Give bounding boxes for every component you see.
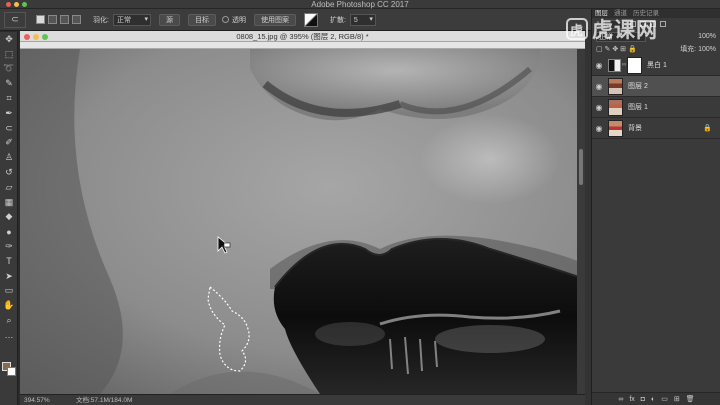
layer-row-background[interactable]: ◉ 背景 🔒 <box>592 118 720 139</box>
tool-list: ✥ ⬚ ➰ ✎ ⌗ ✒ ⊂ ✐ ♙ ↺ ▱ ▦ ◆ ● ✑ T ➤ ▭ ✋ ⌕… <box>0 32 17 343</box>
background-color[interactable] <box>7 367 16 376</box>
photo-lips-closeup <box>20 49 585 394</box>
blur-tool-icon[interactable]: ◆ <box>0 210 18 225</box>
fill-label-value: 填充: 100% <box>680 44 716 54</box>
layer-row-layer2[interactable]: ◉ 图层 2 <box>592 76 720 97</box>
brush-tool-icon[interactable]: ✐ <box>0 136 18 151</box>
transparent-label: 透明 <box>231 16 246 24</box>
watermark-text: 虎课网 <box>592 19 658 42</box>
layer-row-bw[interactable]: ◉ ∞ 黑白 1 <box>592 55 720 76</box>
path-select-tool-icon[interactable]: ➤ <box>0 269 18 284</box>
status-bar: 394.57% 文档:57.1M/184.0M <box>20 394 585 405</box>
layer-mask-thumbnail[interactable] <box>627 56 642 74</box>
trash-icon[interactable]: 🗑 <box>686 395 695 403</box>
layer-name[interactable]: 背景 <box>628 123 642 133</box>
horizontal-ruler[interactable] <box>20 42 585 49</box>
crop-tool-icon[interactable]: ⌗ <box>0 91 18 106</box>
layer-name[interactable]: 图层 1 <box>628 102 648 112</box>
spread-label: 扩散: <box>329 16 346 24</box>
visibility-eye-icon[interactable]: ◉ <box>592 61 606 70</box>
watermark-logo: 虎 虎课网 <box>566 14 716 44</box>
dodge-tool-icon[interactable]: ● <box>0 224 18 239</box>
folder-icon[interactable]: ▭ <box>661 395 668 403</box>
scrollbar-thumb[interactable] <box>579 149 583 185</box>
layers-panel: 图层 通道 历史记录 ⌕ 正常 100% ▢ ✎ ✥ ⊞ 🔒 填充: 100% … <box>591 9 720 405</box>
adjustment-thumbnail <box>608 58 621 72</box>
adjustment-icon[interactable]: ◐ <box>651 396 655 403</box>
use-pattern-button[interactable]: 使用图案 <box>253 13 296 26</box>
history-brush-icon[interactable]: ↺ <box>0 165 18 180</box>
subtract-selection-icon[interactable] <box>60 15 69 24</box>
new-selection-icon[interactable] <box>36 15 45 24</box>
eraser-tool-icon[interactable]: ▱ <box>0 180 18 195</box>
document-size-info[interactable]: 文档:57.1M/184.0M <box>76 395 132 405</box>
vertical-scrollbar[interactable] <box>577 49 585 394</box>
patch-tool-icon[interactable]: ⊂ <box>0 121 18 136</box>
quick-select-tool-icon[interactable]: ✎ <box>0 76 18 91</box>
pattern-swatch[interactable] <box>303 12 318 27</box>
patch-mode-select[interactable]: 正常 <box>112 13 151 26</box>
add-selection-icon[interactable] <box>48 15 57 24</box>
gradient-tool-icon[interactable]: ▦ <box>0 195 18 210</box>
marquee-tool-icon[interactable]: ⬚ <box>0 47 18 62</box>
spread-input[interactable]: 5 <box>349 13 376 26</box>
stamp-tool-icon[interactable]: ♙ <box>0 150 18 165</box>
layers-bottom-bar: ∞ fx ◘ ◐ ▭ ⊞ 🗑 <box>592 392 720 405</box>
link-icon[interactable]: ∞ <box>618 396 623 403</box>
layer-thumbnail <box>608 98 623 116</box>
more-tools-icon[interactable]: … <box>0 328 18 343</box>
visibility-eye-icon[interactable]: ◉ <box>592 82 606 91</box>
fill-row: ▢ ✎ ✥ ⊞ 🔒 填充: 100% <box>592 43 720 55</box>
document-title: 0808_15.jpg @ 395% (图层 2, RGB/8) * <box>236 32 369 41</box>
type-tool-icon[interactable]: T <box>0 254 18 269</box>
app-titlebar: Adobe Photoshop CC 2017 <box>0 0 720 9</box>
layer-row-layer1[interactable]: ◉ 图层 1 <box>592 97 720 118</box>
zoom-level[interactable]: 394.57% <box>24 395 50 405</box>
eyedropper-tool-icon[interactable]: ✒ <box>0 106 18 121</box>
target-button[interactable]: 目标 <box>187 13 216 26</box>
fill-label: 填充: <box>680 46 697 53</box>
layer-thumbnail <box>608 119 623 137</box>
tool-preset-picker[interactable]: ⊂ <box>4 11 26 28</box>
shape-tool-icon[interactable]: ▭ <box>0 284 18 299</box>
color-swatches[interactable] <box>2 362 16 376</box>
layer-thumbnail <box>608 77 623 95</box>
visibility-eye-icon[interactable]: ◉ <box>592 103 606 112</box>
intersect-selection-icon[interactable] <box>72 15 81 24</box>
watermark-logo-icon: 虎 <box>566 18 588 40</box>
feather-label: 羽化: <box>93 16 109 24</box>
app-title: Adobe Photoshop CC 2017 <box>311 0 409 9</box>
transparent-checkbox[interactable] <box>221 16 229 23</box>
lock-icon: 🔒 <box>703 125 712 132</box>
new-layer-icon[interactable]: ⊞ <box>674 395 680 403</box>
move-tool-icon[interactable]: ✥ <box>0 32 18 47</box>
mask-icon[interactable]: ◘ <box>641 396 645 403</box>
source-button[interactable]: 源 <box>158 13 180 26</box>
zoom-tool-icon[interactable]: ⌕ <box>0 313 18 328</box>
visibility-eye-icon[interactable]: ◉ <box>592 124 606 133</box>
lasso-tool-icon[interactable]: ➰ <box>0 62 18 77</box>
layer-name[interactable]: 图层 2 <box>628 81 648 91</box>
document-window: 0808_15.jpg @ 395% (图层 2, RGB/8) * 394.5… <box>20 31 585 405</box>
document-tab[interactable]: 0808_15.jpg @ 395% (图层 2, RGB/8) * <box>20 31 585 42</box>
lock-icons[interactable]: ▢ ✎ ✥ ⊞ 🔒 <box>596 45 637 53</box>
image-canvas[interactable] <box>20 49 585 394</box>
fx-icon[interactable]: fx <box>629 396 634 403</box>
pen-tool-icon[interactable]: ✑ <box>0 239 18 254</box>
tools-panel: ✥ ⬚ ➰ ✎ ⌗ ✒ ⊂ ✐ ♙ ↺ ▱ ▦ ◆ ● ✑ T ➤ ▭ ✋ ⌕… <box>0 32 18 405</box>
hand-tool-icon[interactable]: ✋ <box>0 298 18 313</box>
fill-value[interactable]: 100% <box>698 46 716 53</box>
layer-name[interactable]: 黑白 1 <box>647 60 667 70</box>
selection-mode-group <box>36 15 81 24</box>
